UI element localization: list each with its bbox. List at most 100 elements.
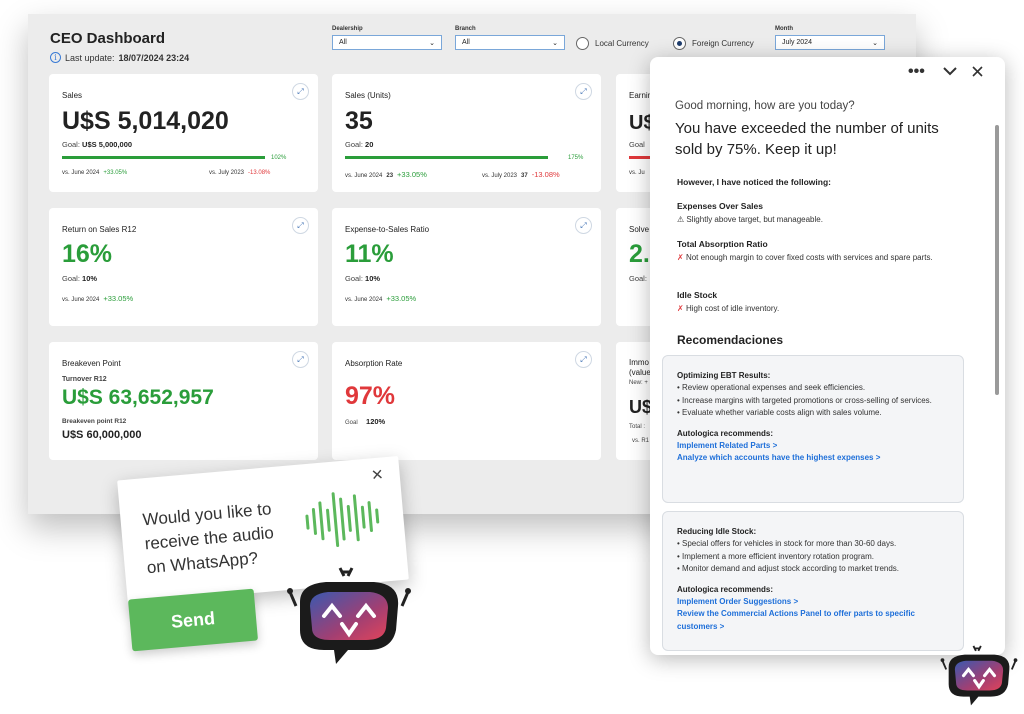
card-title: Earnin [629, 91, 653, 100]
breakeven-label: Breakeven point R12 [62, 418, 127, 425]
robot-mascot-small-icon [940, 645, 1018, 706]
scrollbar[interactable] [995, 125, 999, 395]
bullet: • Implement a more efficient inventory r… [677, 551, 874, 561]
recommendation-link[interactable]: Review the Commercial Actions Panel to o… [677, 608, 949, 633]
recommends-label: Autologica recommends: [677, 584, 774, 594]
expand-icon[interactable]: ⤢ [292, 217, 309, 234]
bullet: • Evaluate whether variable costs align … [677, 408, 882, 418]
chevron-down-icon: ⌄ [872, 39, 878, 47]
robot-mascot-icon [287, 567, 411, 664]
month-select[interactable]: July 2024 ⌄ [775, 35, 885, 50]
ros-card: Return on Sales R12 ⤢ 16% Goal: 10% vs. … [49, 208, 318, 326]
dealership-filter: Dealership All ⌄ [332, 26, 442, 50]
goal: Goal 120% [345, 417, 386, 426]
bullet: • Monitor demand and adjust stock accord… [677, 564, 900, 574]
headline: You have exceeded the number of units so… [675, 120, 939, 158]
recommendation-title: Optimizing EBT Results: [677, 371, 771, 380]
vs-july: vs. July 2023 -13.08% [209, 170, 271, 176]
last-update-label: Last update: [65, 52, 115, 63]
local-currency-radio[interactable]: Local Currency [576, 37, 649, 50]
month-value: July 2024 [782, 39, 812, 46]
expand-icon[interactable]: ⤢ [575, 83, 592, 100]
branch-label: Branch [455, 26, 476, 32]
card-title: Absorption Rate [345, 359, 403, 368]
absorption-value: 97% [345, 382, 396, 410]
month-filter: Month July 2024 ⌄ [775, 26, 885, 50]
more-icon[interactable]: ••• [908, 63, 925, 81]
send-button[interactable]: Send [127, 588, 259, 652]
expense-card: Expense-to-Sales Ratio ⤢ 11% Goal: 10% v… [332, 208, 601, 326]
month-label: Month [775, 26, 793, 32]
close-icon[interactable] [972, 64, 983, 80]
breakeven-value: U$S 60,000,000 [62, 429, 142, 441]
chevron-down-icon: ⌄ [429, 39, 435, 47]
progress-bar [62, 156, 265, 159]
recommendation-link[interactable]: Implement Related Parts > [677, 440, 949, 452]
sales-card: Sales ⤢ U$S 5,014,020 Goal: U$S 5,000,00… [49, 74, 318, 192]
recommendation-link[interactable]: Implement Order Suggestions > [677, 596, 949, 608]
foreign-currency-label: Foreign Currency [692, 39, 754, 48]
progress-bar [345, 156, 548, 159]
card-title: Sales (Units) [345, 91, 391, 100]
total-label: Total : [629, 424, 646, 430]
audio-wave-icon [305, 492, 380, 548]
dealership-select[interactable]: All ⌄ [332, 35, 442, 50]
recommendation-card: Optimizing EBT Results: • Review operati… [662, 355, 964, 503]
card-title: Sales [62, 91, 83, 100]
page-title: CEO Dashboard [50, 30, 166, 47]
card-title: Expense-to-Sales Ratio [345, 225, 430, 234]
bullet: • Increase margins with targeted promoti… [677, 395, 932, 405]
goal: Goal [629, 140, 645, 149]
sales-units-value: 35 [345, 107, 373, 135]
goal: Goal: 10% [62, 274, 98, 283]
last-update-value: 18/07/2024 23:24 [118, 52, 190, 63]
dealership-label: Dealership [332, 26, 363, 32]
card-title: Solve [629, 225, 650, 234]
vs-july: vs. July 2023 37 -13.08% [482, 170, 560, 179]
goal: Goal: [629, 274, 647, 283]
chevron-down-icon[interactable] [943, 63, 957, 79]
branch-value: All [462, 39, 470, 46]
goal: Goal: 10% [345, 274, 381, 283]
radio-checked-icon [673, 37, 686, 50]
expand-icon[interactable]: ⤢ [575, 351, 592, 368]
goal: Goal: U$S 5,000,000 [62, 140, 133, 149]
item-text: ✗ Not enough margin to cover fixed costs… [677, 253, 933, 262]
new-label: New: + [629, 380, 648, 386]
branch-select[interactable]: All ⌄ [455, 35, 565, 50]
solvency-value: 2. [629, 240, 650, 268]
turnover-label: Turnover R12 [62, 376, 107, 383]
bullet: • Review operational expenses and seek e… [677, 383, 866, 393]
noticed-heading: However, I have noticed the following: [677, 177, 831, 187]
card-subtitle: (value [629, 368, 651, 377]
foreign-currency-radio[interactable]: Foreign Currency [673, 37, 754, 50]
expand-icon[interactable]: ⤢ [575, 217, 592, 234]
recommendation-link[interactable]: Analyze which accounts have the highest … [677, 452, 949, 464]
expense-value: 11% [345, 240, 394, 268]
sales-units-card: Sales (Units) ⤢ 35 Goal: 20 175% vs. Jun… [332, 74, 601, 192]
last-update: i Last update: 18/07/2024 23:24 [50, 52, 189, 63]
vs-june: vs. June 2024 +33.05% [345, 294, 417, 303]
assistant-panel: ••• Good morning, how are you today? You… [650, 57, 1005, 655]
prompt-text: Would you like to receive the audio on W… [141, 499, 275, 578]
immobilized-value: U$ [629, 397, 653, 417]
local-currency-label: Local Currency [595, 39, 649, 48]
dealership-value: All [339, 39, 347, 46]
expand-icon[interactable]: ⤢ [292, 83, 309, 100]
cross-icon: ✗ [677, 253, 684, 262]
expand-icon[interactable]: ⤢ [292, 351, 309, 368]
recommendation-title: Reducing Idle Stock: [677, 527, 757, 536]
greeting: Good morning, how are you today? [675, 100, 855, 112]
item-title: Idle Stock [677, 290, 718, 300]
branch-filter: Branch All ⌄ [455, 26, 565, 50]
absorption-card: Absorption Rate ⤢ 97% Goal 120% [332, 342, 601, 460]
item-text: ✗ High cost of idle inventory. [677, 304, 780, 313]
card-title: Breakeven Point [62, 359, 121, 368]
progress-label: 175% [568, 155, 584, 161]
breakeven-card: Breakeven Point ⤢ Turnover R12 U$S 63,65… [49, 342, 318, 460]
goal: Goal: 20 [345, 140, 374, 149]
bullet: • Special offers for vehicles in stock f… [677, 539, 897, 549]
item-title: Total Absorption Ratio [677, 239, 768, 249]
close-icon[interactable]: ✕ [370, 465, 384, 484]
vs-label: vs. R1 [632, 438, 650, 444]
